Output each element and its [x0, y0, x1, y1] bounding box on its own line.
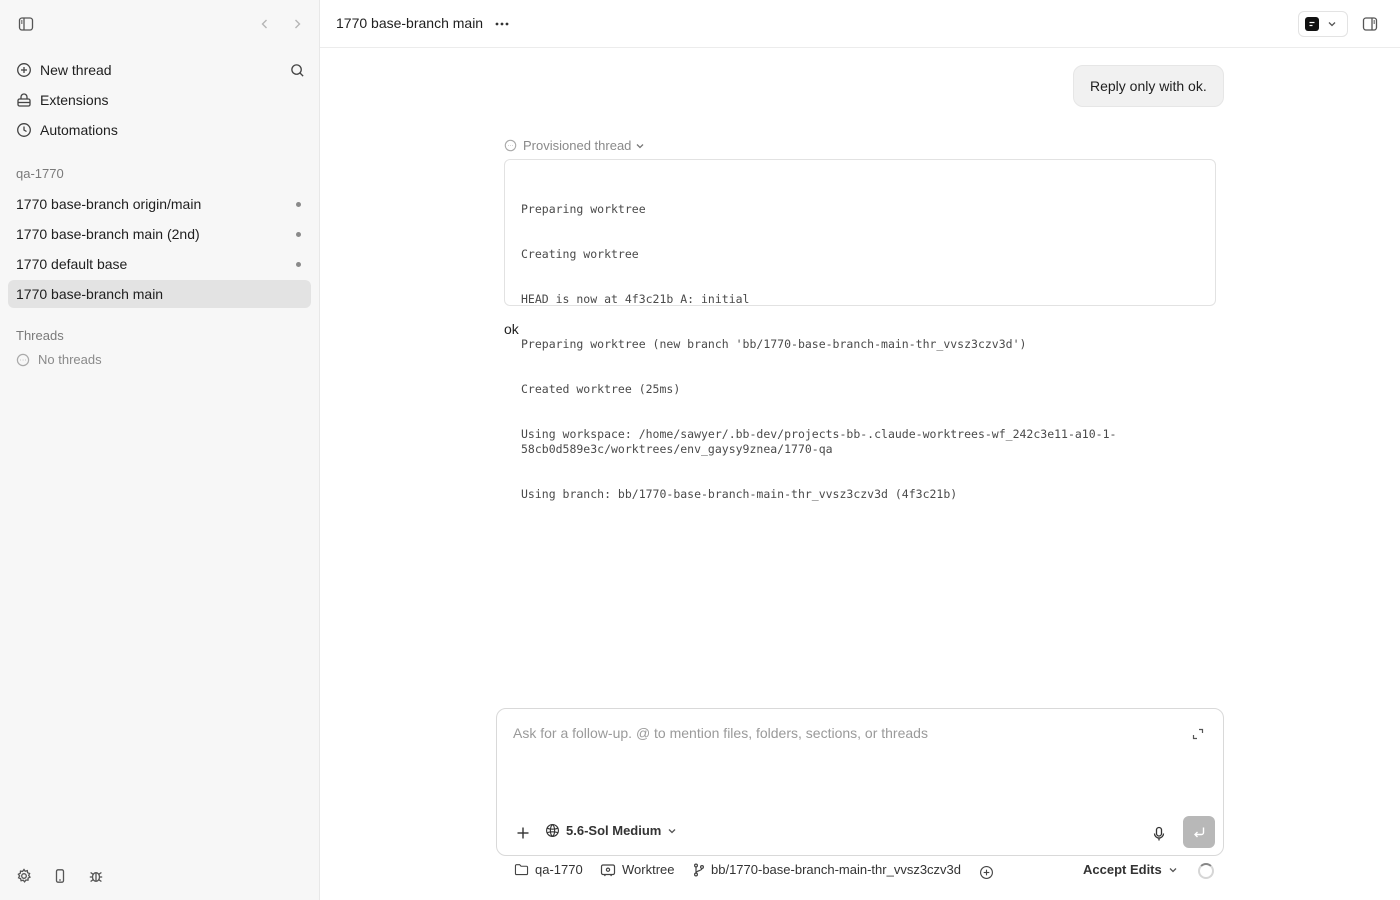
log-line: HEAD is now at 4f3c21b A: initial: [521, 292, 750, 306]
extensions-label: Extensions: [40, 92, 109, 108]
provisioned-thread-toggle[interactable]: Provisioned thread: [504, 138, 645, 153]
project-group-label: qa-1770: [16, 166, 64, 181]
sidebar: New thread Extensions Automations qa-177…: [0, 0, 320, 900]
project-item-label: 1770 base-branch main (2nd): [16, 226, 200, 242]
chevron-down-icon: [667, 826, 677, 836]
user-message-text: Reply only with ok.: [1090, 78, 1207, 94]
add-circle-icon[interactable]: [974, 860, 998, 884]
branch-chip[interactable]: bb/1770-base-branch-main-thr_vvsz3czv3d: [693, 862, 961, 877]
main-panel: 1770 base-branch main Reply only with ok…: [320, 0, 1400, 900]
microphone-icon[interactable]: [1147, 822, 1171, 846]
log-line: Using workspace: /home/sawyer/.bb-dev/pr…: [521, 427, 1117, 456]
back-arrow-icon[interactable]: [253, 12, 277, 36]
log-line: Preparing worktree: [521, 202, 646, 216]
project-item-active[interactable]: 1770 base-branch main: [8, 280, 311, 308]
extensions-icon: [16, 92, 32, 108]
project-item-label: 1770 base-branch main: [16, 286, 164, 302]
project-item-label: 1770 base-branch origin/main: [16, 196, 202, 212]
no-threads-placeholder: No threads: [16, 352, 102, 367]
folder-chip[interactable]: qa-1770: [514, 862, 583, 877]
loading-spinner-icon: [1198, 863, 1214, 879]
model-selector[interactable]: 5.6-Sol Medium: [545, 823, 677, 838]
chevron-down-icon: [1168, 865, 1178, 875]
mobile-device-icon[interactable]: [48, 864, 72, 888]
composer: 5.6-Sol Medium: [496, 708, 1224, 856]
forward-arrow-icon[interactable]: [285, 12, 309, 36]
bug-icon[interactable]: [84, 864, 108, 888]
log-line: Created worktree (25ms): [521, 382, 681, 396]
chevron-down-icon: [1327, 19, 1337, 29]
log-line: Preparing worktree (new branch 'bb/1770-…: [521, 337, 1027, 351]
automations-label: Automations: [40, 122, 118, 138]
search-icon[interactable]: [285, 58, 309, 82]
model-selector-label: 5.6-Sol Medium: [566, 823, 662, 838]
status-bar: qa-1770 Worktree bb/1770-base-branch-mai…: [512, 862, 1232, 882]
plus-circle-icon: [16, 62, 32, 78]
follow-up-input[interactable]: [513, 725, 1173, 741]
user-message-bubble: Reply only with ok.: [1073, 65, 1224, 107]
add-attachment-icon[interactable]: [511, 821, 535, 845]
model-logo-icon: [545, 823, 560, 838]
folder-label: qa-1770: [535, 862, 583, 877]
unread-dot: [296, 262, 301, 267]
app-switcher-dropdown[interactable]: [1298, 11, 1348, 37]
accept-edits-dropdown[interactable]: Accept Edits: [1083, 862, 1178, 877]
provisioned-thread-label: Provisioned thread: [523, 138, 632, 153]
chevron-down-icon: [635, 141, 645, 151]
assistant-reply: ok: [504, 321, 519, 337]
expand-icon[interactable]: [1189, 725, 1207, 743]
log-line: Creating worktree: [521, 247, 639, 261]
worktree-label: Worktree: [622, 862, 675, 877]
settings-gear-icon[interactable]: [12, 864, 36, 888]
automations-button[interactable]: Automations: [8, 116, 311, 144]
send-return-icon: [1194, 827, 1205, 838]
send-button[interactable]: [1183, 816, 1215, 848]
unread-dot: [296, 202, 301, 207]
toggle-right-panel-icon[interactable]: [1358, 12, 1382, 36]
folder-icon: [514, 863, 529, 876]
worktree-icon: [600, 863, 616, 877]
worktree-chip[interactable]: Worktree: [600, 862, 675, 877]
branch-label: bb/1770-base-branch-main-thr_vvsz3czv3d: [711, 862, 962, 877]
project-item[interactable]: 1770 base-branch origin/main: [8, 190, 311, 218]
sidebar-top-bar: [0, 0, 320, 48]
chat-bubble-icon: [16, 353, 30, 367]
project-item[interactable]: 1770 default base: [8, 250, 311, 278]
provisioning-log: Preparing worktree Creating worktree HEA…: [504, 159, 1216, 501]
threads-section-label: Threads: [16, 328, 64, 343]
top-bar: 1770 base-branch main: [320, 0, 1400, 48]
chat-bubble-icon: [504, 139, 517, 152]
new-thread-label: New thread: [40, 62, 112, 78]
accept-edits-label: Accept Edits: [1083, 862, 1162, 877]
project-item[interactable]: 1770 base-branch main (2nd): [8, 220, 311, 248]
extensions-button[interactable]: Extensions: [8, 86, 311, 114]
log-line: Using branch: bb/1770-base-branch-main-t…: [521, 487, 958, 501]
app-logo-icon: [1305, 17, 1319, 31]
git-branch-icon: [693, 863, 705, 877]
clock-icon: [16, 122, 32, 138]
no-threads-label: No threads: [38, 352, 102, 367]
more-options-icon[interactable]: [490, 12, 514, 36]
new-thread-button[interactable]: New thread: [8, 56, 311, 84]
sidebar-bottom-bar: [0, 852, 320, 900]
toggle-sidebar-icon[interactable]: [14, 12, 38, 36]
unread-dot: [296, 232, 301, 237]
thread-title: 1770 base-branch main: [336, 15, 484, 31]
project-item-label: 1770 default base: [16, 256, 128, 272]
